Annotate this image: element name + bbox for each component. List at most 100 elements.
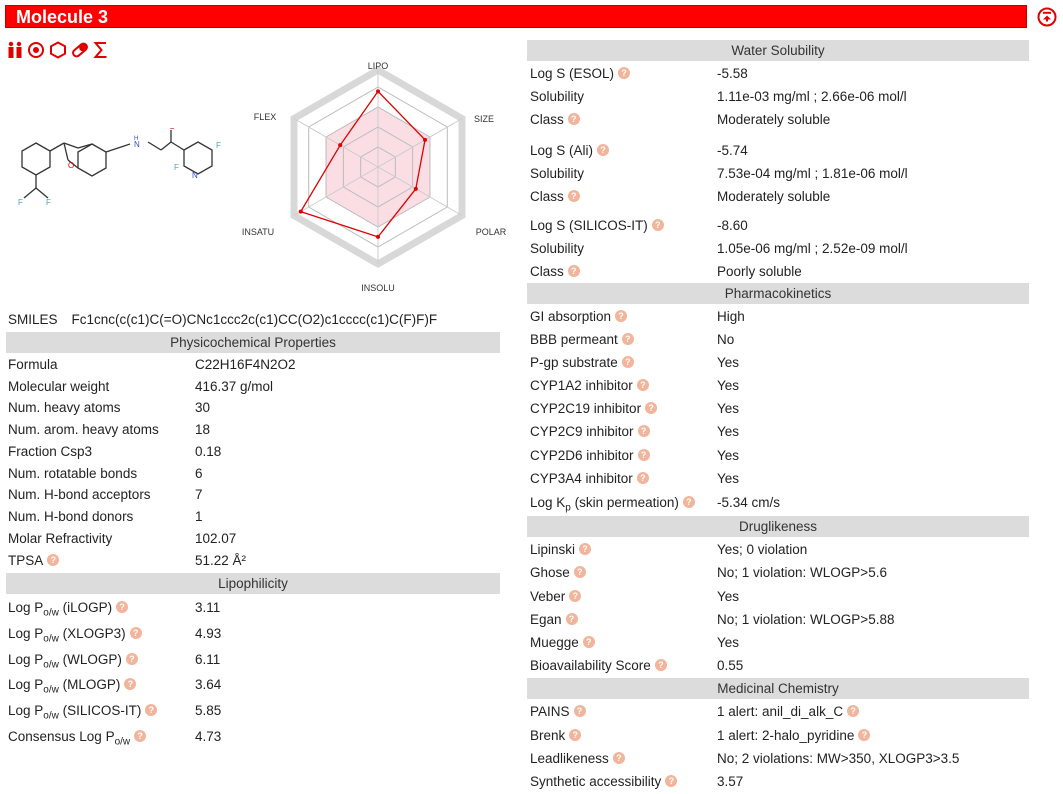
class-row: Class? Moderately soluble: [530, 188, 1030, 208]
medchem-row: Brenk? 1 alert: 2-halo_pyridine?: [530, 727, 1030, 747]
help-icon[interactable]: ?: [124, 678, 137, 690]
logp-prefix: Log P: [8, 652, 44, 667]
help-icon[interactable]: ?: [129, 627, 142, 639]
property-label: Molecular weight: [8, 378, 109, 396]
radar-axis-label: SIZE: [474, 114, 494, 124]
property-row: Formula C22H16F4N2O2: [8, 356, 498, 376]
druglikeness-value: Yes: [717, 589, 740, 604]
log-s-value: -8.60: [717, 218, 748, 233]
help-icon[interactable]: ?: [618, 67, 631, 79]
druglikeness-value: No; 1 violation: WLOGP>5.88: [717, 612, 895, 627]
property-row: Num. H-bond acceptors 7: [8, 486, 498, 506]
help-icon[interactable]: ?: [637, 449, 650, 461]
help-icon[interactable]: ?: [612, 752, 625, 764]
help-icon[interactable]: ?: [637, 425, 650, 437]
help-icon[interactable]: ?: [567, 113, 580, 125]
help-icon[interactable]: ?: [567, 190, 580, 202]
help-icon[interactable]: ?: [645, 402, 658, 414]
druglikeness-label-text: Ghose: [530, 565, 570, 580]
druglikeness-row: Ghose? No; 1 violation: WLOGP>5.6: [530, 564, 1030, 584]
help-icon[interactable]: ?: [847, 705, 860, 717]
molecule-header-bar[interactable]: Molecule 3: [5, 5, 1027, 28]
smiles-value: Fc1cnc(c(c1)C(=O)CNc1ccc2c(c1)CC(O2)c1cc…: [71, 312, 438, 327]
help-icon[interactable]: ?: [636, 472, 649, 484]
property-value: 6: [195, 466, 203, 481]
property-value: 18: [195, 422, 211, 437]
property-label-text: Fraction Csp3: [8, 444, 93, 459]
property-label-text: Num. H-bond donors: [8, 509, 134, 524]
pk-label: CYP2C19 inhibitor?: [530, 400, 658, 418]
collapse-up-icon[interactable]: [1037, 7, 1057, 27]
medchem-value: 3.57: [717, 773, 743, 791]
consensus-logp-row: Consensus Log Po/w? 4.73: [8, 728, 498, 748]
svg-text:O: O: [169, 128, 175, 131]
help-icon[interactable]: ?: [858, 729, 871, 741]
help-icon[interactable]: ?: [615, 310, 628, 322]
pk-row: CYP2C9 inhibitor? Yes: [530, 423, 1030, 443]
solubility-label: Solubility: [530, 166, 585, 181]
help-icon[interactable]: ?: [47, 554, 60, 566]
druglikeness-row: Veber? Yes: [530, 588, 1030, 608]
pk-label: P-gp substrate?: [530, 354, 634, 372]
pk-label: CYP2D6 inhibitor?: [530, 447, 650, 465]
lipophilicity-label: Log Po/w (XLOGP3)?: [8, 625, 142, 649]
help-icon[interactable]: ?: [567, 265, 580, 277]
lipophilicity-label: Log Po/w (SILICOS-IT)?: [8, 702, 158, 726]
property-row: Num. arom. heavy atoms 18: [8, 421, 498, 441]
help-icon[interactable]: ?: [579, 543, 592, 555]
help-icon[interactable]: ?: [621, 356, 634, 368]
pk-label-text: BBB permeant: [530, 332, 618, 347]
property-value: C22H16F4N2O2: [195, 357, 296, 372]
druglikeness-label-text: Egan: [530, 612, 562, 627]
help-icon[interactable]: ?: [573, 705, 586, 717]
property-value: 30: [195, 400, 211, 415]
medchem-value-text: No; 2 violations: MW>350, XLOGP3>3.5: [717, 751, 960, 766]
medchem-row: Synthetic accessibility? 3.57: [530, 773, 1030, 793]
pk-row: GI absorption? High: [530, 308, 1030, 328]
logp-method: (iLOGP): [58, 600, 113, 615]
help-icon[interactable]: ?: [573, 566, 586, 578]
help-icon[interactable]: ?: [145, 704, 158, 716]
medchem-label: Synthetic accessibility?: [530, 773, 678, 791]
property-label-text: Num. rotatable bonds: [8, 466, 138, 481]
radar-axis-label: INSOLU: [361, 283, 395, 293]
help-icon[interactable]: ?: [565, 613, 578, 625]
svg-text:N: N: [192, 171, 198, 180]
property-label: Num. arom. heavy atoms: [8, 421, 159, 439]
log-s-row: Log S (SILICOS-IT)? -8.60: [530, 217, 1030, 237]
property-label-text: Num. H-bond acceptors: [8, 487, 151, 502]
hexagon-icon[interactable]: [49, 41, 67, 59]
users-icon[interactable]: [7, 41, 23, 59]
pill-icon[interactable]: [71, 41, 89, 59]
help-icon[interactable]: ?: [636, 379, 649, 391]
pk-label: CYP1A2 inhibitor?: [530, 377, 649, 395]
sigma-icon[interactable]: [93, 41, 109, 59]
molecule-structure-image: NH O O N F F F F: [18, 128, 221, 207]
target-icon[interactable]: [27, 41, 45, 59]
property-label: Num. H-bond acceptors: [8, 486, 151, 504]
section-physchem: Physicochemical Properties: [6, 332, 500, 353]
help-icon[interactable]: ?: [621, 333, 634, 345]
radar-point: [423, 137, 428, 142]
lipophilicity-row: Log Po/w (XLOGP3)? 4.93: [8, 625, 498, 645]
property-label: Formula: [8, 356, 58, 374]
druglikeness-label-text: Muegge: [530, 635, 579, 650]
pk-value: Yes: [717, 448, 740, 463]
help-icon[interactable]: ?: [569, 729, 582, 741]
help-icon[interactable]: ?: [651, 219, 664, 231]
help-icon[interactable]: ?: [569, 590, 582, 602]
lipophilicity-row: Log Po/w (WLOGP)? 6.11: [8, 651, 498, 671]
help-icon[interactable]: ?: [665, 775, 678, 787]
help-icon[interactable]: ?: [134, 730, 147, 742]
property-value: 1: [195, 509, 203, 524]
help-icon[interactable]: ?: [116, 601, 129, 613]
help-icon[interactable]: ?: [654, 659, 667, 671]
help-icon[interactable]: ?: [582, 636, 595, 648]
druglikeness-label: Muegge?: [530, 634, 595, 652]
logp-method: (WLOGP): [58, 652, 122, 667]
help-icon[interactable]: ?: [682, 496, 695, 508]
logp-method: (SILICOS-IT): [58, 703, 142, 718]
help-icon[interactable]: ?: [125, 653, 138, 665]
section-druglikeness: Druglikeness: [527, 516, 1029, 537]
help-icon[interactable]: ?: [597, 144, 610, 156]
